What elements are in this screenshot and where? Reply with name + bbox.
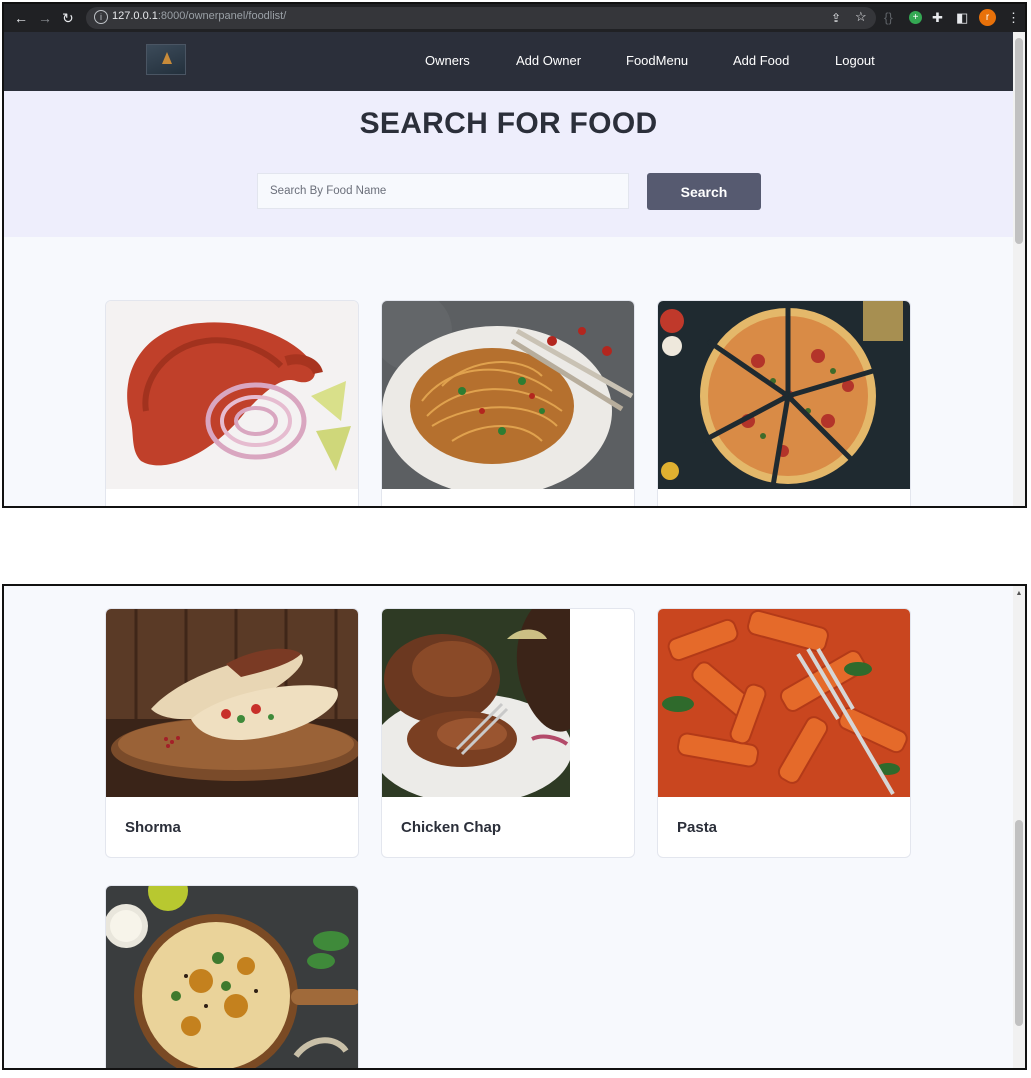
food-card[interactable]: Shorma <box>105 608 359 858</box>
scrollbar-thumb[interactable] <box>1015 38 1023 244</box>
food-card[interactable] <box>657 300 911 506</box>
menu-kebab-icon[interactable]: ⋮ <box>1007 9 1020 27</box>
url-path: :8000/ownerpanel/foodlist/ <box>157 10 287 22</box>
page-scrollbar[interactable] <box>1013 32 1025 506</box>
food-name: Chicken Chap <box>401 819 502 836</box>
food-card[interactable]: Pasta <box>657 608 911 858</box>
side-panel-icon[interactable]: ◧ <box>956 9 968 27</box>
food-name: Shorma <box>125 819 181 836</box>
back-arrow-icon[interactable]: ← <box>14 9 28 27</box>
shawarma-image <box>106 609 358 797</box>
screenshot-bottom-section: Shorma Chicken Chap Pasta ▲ <box>2 584 1027 1070</box>
food-card[interactable] <box>105 885 359 1068</box>
tandoori-chicken-image <box>106 301 358 489</box>
pizza-image <box>658 301 910 489</box>
scroll-up-arrow-icon[interactable]: ▲ <box>1015 590 1023 598</box>
chicken-chap-image <box>382 609 570 797</box>
nav-owners[interactable]: Owners <box>425 53 470 68</box>
food-card[interactable] <box>381 300 635 506</box>
profile-avatar[interactable]: r <box>979 9 996 26</box>
screenshot-top-section: ← → ↻ i 127.0.0.1:8000/ownerpanel/foodli… <box>2 2 1027 508</box>
address-url: 127.0.0.1:8000/ownerpanel/foodlist/ <box>112 10 286 22</box>
scrollbar-thumb[interactable] <box>1015 820 1023 1026</box>
forward-arrow-icon[interactable]: → <box>38 9 52 27</box>
search-button[interactable]: Search <box>647 173 761 210</box>
food-name: Pasta <box>677 819 718 836</box>
page-title: SEARCH FOR FOOD <box>359 107 658 140</box>
extension-green-icon[interactable]: + <box>909 11 922 24</box>
reload-icon[interactable]: ↻ <box>62 9 74 27</box>
spaghetti-image <box>382 301 634 489</box>
bookmark-star-icon[interactable]: ☆ <box>855 8 867 26</box>
food-card[interactable] <box>105 300 359 506</box>
address-bar[interactable]: i 127.0.0.1:8000/ownerpanel/foodlist/ ⇪ … <box>86 7 876 29</box>
nav-add-food[interactable]: Add Food <box>733 53 789 68</box>
search-input[interactable] <box>257 173 629 209</box>
search-hero: SEARCH FOR FOOD Search <box>4 91 1013 237</box>
nav-foodmenu[interactable]: FoodMenu <box>626 53 688 68</box>
browser-toolbar: ← → ↻ i 127.0.0.1:8000/ownerpanel/foodli… <box>4 4 1025 32</box>
share-icon[interactable]: ⇪ <box>831 9 841 27</box>
extension-puzzle-icon[interactable]: {} <box>884 9 893 27</box>
penne-pasta-image <box>658 609 910 797</box>
extensions-icon[interactable]: ✚ <box>932 9 943 27</box>
page-scrollbar[interactable]: ▲ <box>1013 586 1025 1068</box>
avatar-letter: r <box>979 9 996 26</box>
nav-logout[interactable]: Logout <box>835 53 875 68</box>
site-navbar: Owners Add Owner FoodMenu Add Food Logou… <box>4 32 1013 91</box>
site-info-icon[interactable]: i <box>94 10 108 24</box>
nav-add-owner[interactable]: Add Owner <box>516 53 581 68</box>
site-logo[interactable] <box>146 44 186 75</box>
biryani-image <box>106 886 358 1068</box>
url-host: 127.0.0.1 <box>112 10 158 22</box>
food-card[interactable]: Chicken Chap <box>381 608 635 858</box>
